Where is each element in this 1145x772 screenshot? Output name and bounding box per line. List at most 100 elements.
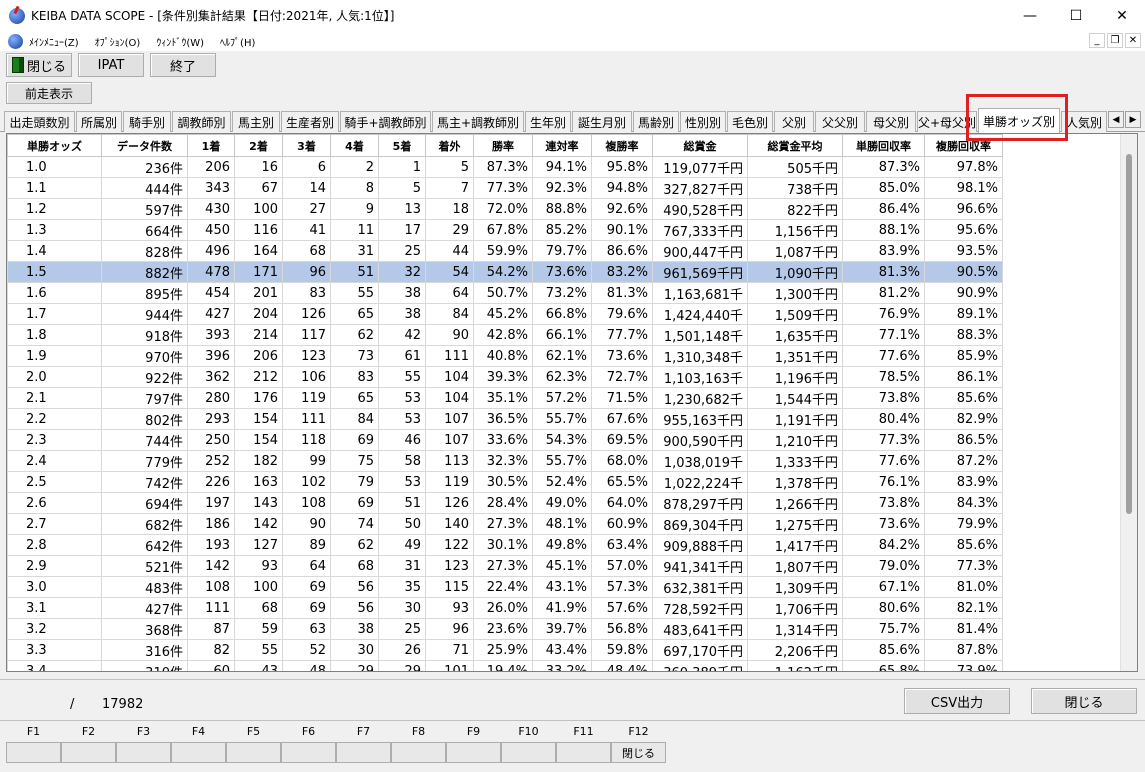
table-row[interactable]: 2.4 779件 252 182 99 75 58 113 32.3% 55.7% 68.0% 1,0… <box>7 450 1003 472</box>
column-header[interactable]: 1着 <box>187 134 235 157</box>
results-grid[interactable]: 単勝オッズ データ件数 1着 2着 3着 4着 5着 着外 勝率 連対率 複勝率 総賞金 総賞金平均 単勝… <box>6 133 1138 672</box>
table-row[interactable]: 2.2 802件 293 154 111 84 53 107 36.5% 55.7% 67.6% 95… <box>7 408 1003 430</box>
table-cell: 505千円 <box>747 156 843 178</box>
table-row[interactable]: 3.1 427件 111 68 69 56 30 93 26.0% 41.9% 57.6% 728,5… <box>7 597 1003 619</box>
tab-win-odds[interactable]: 単勝オッズ別 <box>978 108 1060 133</box>
column-header[interactable]: 総賞金平均 <box>747 134 843 157</box>
table-row[interactable]: 3.3 316件 82 55 52 30 26 71 25.9% 43.4% 59.8% 697,17… <box>7 639 1003 661</box>
mdi-minimize-button[interactable]: _ <box>1089 33 1105 48</box>
table-row[interactable]: 2.3 744件 250 154 118 69 46 107 33.6% 54.3% 69.5% 90… <box>7 429 1003 451</box>
table-row[interactable]: 1.3 664件 450 116 41 11 17 29 67.8% 85.2% 90.1% 767,… <box>7 219 1003 241</box>
table-row[interactable]: 1.8 918件 393 214 117 62 42 90 42.8% 66.1% 77.7% 1,5… <box>7 324 1003 346</box>
tab-birth-month[interactable]: 誕生月別 <box>572 111 632 132</box>
menu-options[interactable]: ｵﾌﾟｼｮﾝ(O) <box>95 34 141 49</box>
tab-owner-trainer[interactable]: 馬主+調教師別 <box>432 111 524 132</box>
table-row[interactable]: 1.9 970件 396 206 123 73 61 111 40.8% 62.1% 73.6% 1,… <box>7 345 1003 367</box>
fkey-button-f3[interactable] <box>116 742 171 763</box>
scrollbar-thumb[interactable] <box>1126 154 1132 514</box>
csv-export-button[interactable]: CSV出力 <box>904 688 1010 714</box>
table-row[interactable]: 1.1 444件 343 67 14 8 5 7 77.3% 92.3% 94.8% 327,827千… <box>7 177 1003 199</box>
menu-main[interactable]: ﾒｲﾝﾒﾆｭｰ(Z) <box>29 34 79 49</box>
tab-coat-color[interactable]: 毛色別 <box>727 111 773 132</box>
table-row[interactable]: 2.8 642件 193 127 89 62 49 122 30.1% 49.8% 63.4% 909… <box>7 534 1003 556</box>
table-cell: 27.3% <box>473 555 533 577</box>
menu-help[interactable]: ﾍﾙﾌﾟ(H) <box>220 34 255 49</box>
column-header[interactable]: 総賞金 <box>652 134 748 157</box>
table-row[interactable]: 1.4 828件 496 164 68 31 25 44 59.9% 79.7% 86.6% 900,… <box>7 240 1003 262</box>
table-row[interactable]: 3.2 368件 87 59 63 38 25 96 23.6% 39.7% 56.8% 483,64… <box>7 618 1003 640</box>
column-header[interactable]: 連対率 <box>532 134 592 157</box>
tab-trainer[interactable]: 調教師別 <box>172 111 231 132</box>
close-results-button[interactable]: 閉じる <box>1031 688 1137 714</box>
tab-age[interactable]: 馬齢別 <box>633 111 679 132</box>
tab-jockey[interactable]: 騎手別 <box>123 111 171 132</box>
table-row[interactable]: 1.2 597件 430 100 27 9 13 18 72.0% 88.8% 92.6% 490,5… <box>7 198 1003 220</box>
fkey-button-f4[interactable] <box>171 742 226 763</box>
table-row[interactable]: 2.1 797件 280 176 119 65 53 104 35.1% 57.2% 71.5% 1,… <box>7 387 1003 409</box>
minimize-button[interactable]: — <box>1007 0 1053 31</box>
tab-sire[interactable]: 父別 <box>774 111 814 132</box>
column-header[interactable]: 3着 <box>282 134 331 157</box>
table-cell: 2.5 <box>7 471 102 493</box>
vertical-scrollbar[interactable] <box>1120 134 1137 671</box>
column-header[interactable]: 4着 <box>330 134 379 157</box>
fkey-button-f1[interactable] <box>6 742 61 763</box>
table-row[interactable]: 1.6 895件 454 201 83 55 38 64 50.7% 73.2% 81.3% 1,16… <box>7 282 1003 304</box>
mdi-close-button[interactable]: ✕ <box>1125 33 1141 48</box>
fkey-button-f8[interactable] <box>391 742 446 763</box>
menu-window[interactable]: ｳｨﾝﾄﾞｳ(W) <box>156 34 204 49</box>
previous-race-button[interactable]: 前走表示 <box>6 82 92 104</box>
tab-field-size[interactable]: 出走頭数別 <box>4 111 75 132</box>
tab-sex[interactable]: 性別別 <box>680 111 726 132</box>
tab-sire-sire[interactable]: 父父別 <box>815 111 865 132</box>
fkey-button-f5[interactable] <box>226 742 281 763</box>
tab-affiliation[interactable]: 所属別 <box>76 111 122 132</box>
fkey-button-f12[interactable]: 閉じる <box>611 742 666 763</box>
table-row[interactable]: 2.5 742件 226 163 102 79 53 119 30.5% 52.4% 65.5% 1,… <box>7 471 1003 493</box>
table-cell: 163 <box>234 471 283 493</box>
fkey-button-f6[interactable] <box>281 742 336 763</box>
column-header[interactable]: データ件数 <box>101 134 188 157</box>
table-row[interactable]: 1.5 882件 478 171 96 51 32 54 54.2% 73.6% 83.2% 961,… <box>7 261 1003 283</box>
table-row[interactable]: 1.0 236件 206 16 6 2 1 5 87.3% 94.1% 95.8% 119,077千円… <box>7 156 1003 178</box>
table-row[interactable]: 3.0 483件 108 100 69 56 35 115 22.4% 43.1% 57.3% 632… <box>7 576 1003 598</box>
tab-scroll-left[interactable]: ◀ <box>1108 111 1124 128</box>
fkey-button-f2[interactable] <box>61 742 116 763</box>
tab-sire-damsire[interactable]: 父+母父別 <box>917 111 977 132</box>
tab-owner[interactable]: 馬主別 <box>232 111 280 132</box>
column-header[interactable]: 複勝回収率 <box>924 134 1003 157</box>
table-cell: 90.5% <box>924 261 1003 283</box>
column-header[interactable]: 5着 <box>378 134 426 157</box>
table-row[interactable]: 3.4310件604348292910119.4%33.2%48.4%360,3… <box>7 660 1003 671</box>
tab-breeder[interactable]: 生産者別 <box>281 111 339 132</box>
close-button[interactable]: 閉じる <box>6 53 72 77</box>
maximize-button[interactable]: ☐ <box>1053 0 1099 31</box>
fkey-button-f11[interactable] <box>556 742 611 763</box>
table-row[interactable]: 2.7 682件 186 142 90 74 50 140 27.3% 48.1% 60.9% 869… <box>7 513 1003 535</box>
fkey-button-f9[interactable] <box>446 742 501 763</box>
tab-popularity[interactable]: 人気別 <box>1061 111 1107 132</box>
tab-dam-sire[interactable]: 母父別 <box>866 111 916 132</box>
mdi-restore-button[interactable]: ❐ <box>1107 33 1123 48</box>
column-header[interactable]: 2着 <box>234 134 283 157</box>
tab-scroll-right[interactable]: ▶ <box>1125 111 1141 128</box>
fkey-button-f7[interactable] <box>336 742 391 763</box>
column-header[interactable]: 複勝率 <box>591 134 653 157</box>
column-header[interactable]: 着外 <box>425 134 474 157</box>
tab-birth-year[interactable]: 生年別 <box>525 111 571 132</box>
exit-button[interactable]: 終了 <box>150 53 216 77</box>
table-cell: 86.4% <box>842 198 925 220</box>
column-header[interactable]: 単勝回収率 <box>842 134 925 157</box>
column-header[interactable]: 単勝オッズ <box>7 134 102 157</box>
table-row[interactable]: 1.7 944件 427 204 126 65 38 84 45.2% 66.8% 79.6% 1,4… <box>7 303 1003 325</box>
table-row[interactable]: 2.6 694件 197 143 108 69 51 126 28.4% 49.0% 64.0% 87… <box>7 492 1003 514</box>
fkey-button-f10[interactable] <box>501 742 556 763</box>
tab-jockey-trainer[interactable]: 騎手+調教師別 <box>340 111 431 132</box>
table-cell: 87 <box>187 618 235 640</box>
table-row[interactable]: 2.9 521件 142 93 64 68 31 123 27.3% 45.1% 57.0% 941,… <box>7 555 1003 577</box>
table-cell: 65 <box>330 387 379 409</box>
table-row[interactable]: 2.0 922件 362 212 106 83 55 104 39.3% 62.3% 72.7% 1,… <box>7 366 1003 388</box>
column-header[interactable]: 勝率 <box>473 134 533 157</box>
ipat-button[interactable]: IPAT <box>78 53 144 77</box>
close-window-button[interactable]: ✕ <box>1099 0 1145 31</box>
